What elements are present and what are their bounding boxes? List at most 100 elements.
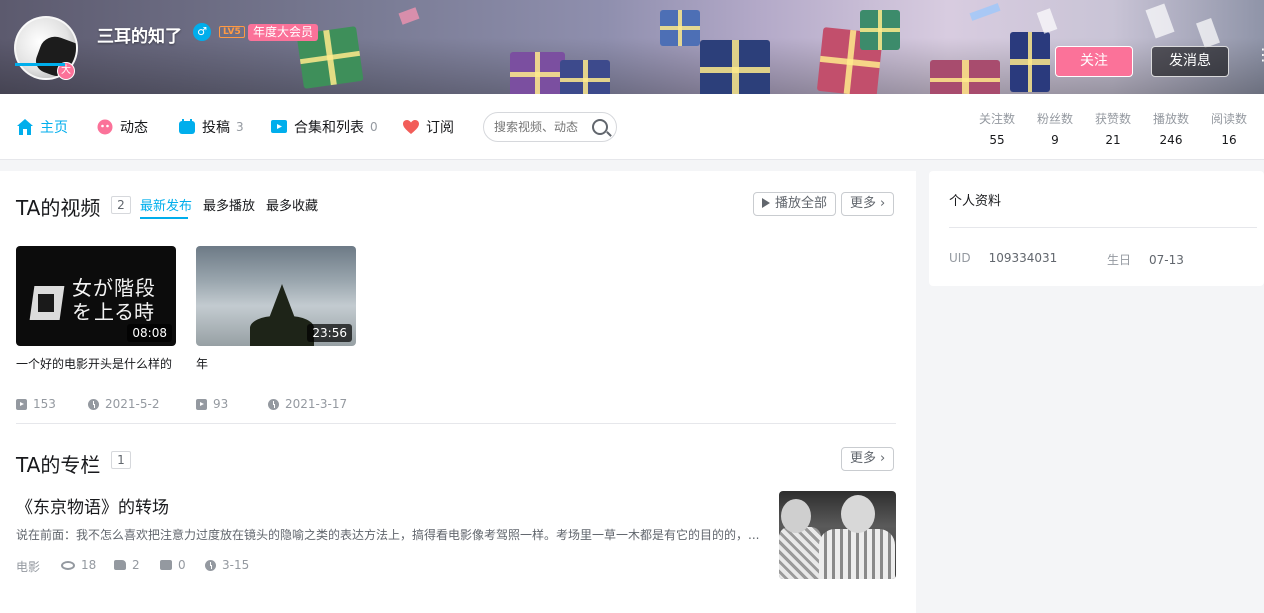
thumbs-up-icon [114, 560, 126, 570]
article-likes: 2 [114, 558, 140, 572]
home-icon [16, 118, 34, 136]
clock-icon [205, 559, 216, 571]
heart-icon [402, 118, 420, 136]
tab-home[interactable]: 主页 [16, 94, 68, 160]
male-icon: ♂ [193, 23, 211, 41]
articles-more-label: 更多 [850, 451, 877, 466]
video-plays: 153 [16, 397, 56, 411]
search-icon[interactable] [592, 119, 608, 135]
tab-most-played[interactable]: 最多播放 [203, 195, 255, 214]
tab-most-favorited[interactable]: 最多收藏 [266, 195, 318, 214]
stat-likes-value: 21 [1105, 133, 1121, 147]
search-input[interactable] [494, 113, 586, 141]
like-count: 2 [132, 558, 140, 572]
stat-likes: 获赞数 21 [1088, 110, 1138, 147]
stat-reads-value: 16 [1221, 133, 1237, 147]
play-icon [762, 198, 770, 208]
stat-reads: 阅读数 16 [1204, 110, 1254, 147]
videos-section-title: TA的视频 [16, 196, 101, 220]
stat-plays-label: 播放数 [1152, 112, 1189, 126]
clock-icon [268, 398, 279, 410]
article-views: 18 [61, 558, 96, 572]
stat-following[interactable]: 关注数 55 [972, 110, 1022, 147]
article-summary: 说在前面：我不怎么喜欢把注意力过度放在镜头的隐喻之类的表达方法上，搞得看电影像考… [16, 528, 760, 542]
view-count: 18 [81, 558, 97, 572]
tab-uploads-count: 3 [236, 120, 244, 134]
clock-icon [88, 398, 99, 410]
stat-plays: 播放数 246 [1146, 110, 1196, 147]
video-title[interactable]: 一个好的电影开头是什么样的 [16, 355, 172, 372]
video-thumbnail[interactable]: 女が階段を 上る時 08:08 [16, 246, 176, 346]
stat-likes-label: 获赞数 [1094, 112, 1131, 126]
tab-uploads-label: 投稿 [202, 120, 230, 136]
tab-latest[interactable]: 最新发布 [140, 195, 192, 214]
level-badge: LV5 [219, 26, 245, 38]
stat-fans-label: 粉丝数 [1036, 112, 1073, 126]
video-title[interactable]: 年 [196, 355, 208, 372]
stat-plays-value: 246 [1159, 133, 1183, 147]
video-plays: 93 [196, 397, 228, 411]
vip-badge[interactable]: 年度大会员 [248, 24, 319, 41]
video-tab-indicator [140, 217, 188, 219]
publish-date: 2021-3-17 [285, 397, 348, 411]
comment-icon [160, 560, 172, 570]
article-date: 3-15 [205, 558, 249, 572]
play-count-icon [16, 398, 27, 410]
article-category-label: 电影 [16, 560, 41, 574]
dynamic-icon [96, 118, 114, 136]
article-comments: 0 [160, 558, 186, 572]
articles-count: 1 [111, 451, 131, 469]
eye-icon [61, 560, 75, 570]
videos-more-button[interactable]: 更多 › [841, 192, 895, 216]
birthday-label: 生日 [1107, 253, 1132, 267]
comment-count: 0 [178, 558, 186, 572]
tab-uploads[interactable]: 投稿 3 [178, 94, 244, 160]
play-count: 93 [213, 397, 229, 411]
video-date: 2021-3-17 [268, 397, 347, 411]
profile-info-divider [949, 227, 1257, 228]
stat-following-label: 关注数 [978, 112, 1015, 126]
play-count-icon [196, 398, 207, 410]
uid-label: UID [949, 251, 971, 265]
uid-value[interactable]: 109334031 [989, 251, 1058, 265]
tab-dynamic-label: 动态 [120, 120, 148, 136]
article-cover-image[interactable] [779, 491, 896, 579]
profile-info-title: 个人资料 [949, 194, 1002, 209]
profile-info-panel [929, 171, 1264, 286]
article-title[interactable]: 《东京物语》的转场 [16, 493, 169, 518]
tab-home-label: 主页 [40, 120, 68, 136]
tab-collections[interactable]: 合集和列表 0 [270, 94, 378, 160]
thumbnail-title-line-2: 上る時 [94, 300, 154, 324]
message-button[interactable]: 发消息 [1151, 46, 1229, 77]
video-date: 2021-5-2 [88, 397, 159, 411]
tab-collections-label: 合集和列表 [294, 120, 364, 136]
chevron-right-icon: › [880, 451, 886, 466]
follow-button[interactable]: 关注 [1055, 46, 1133, 77]
play-all-button[interactable]: 播放全部 [753, 192, 837, 216]
articles-more-button[interactable]: 更多 › [841, 447, 895, 471]
more-menu-icon[interactable]: ⋮ [1255, 47, 1264, 72]
search-box [483, 112, 617, 142]
stat-fans[interactable]: 粉丝数 9 [1030, 110, 1080, 147]
article-category[interactable]: 电影 [16, 558, 40, 575]
tab-dynamic[interactable]: 动态 [96, 94, 148, 160]
username: 三耳的知了 [97, 27, 182, 47]
videos-count: 2 [111, 196, 131, 214]
play-count: 153 [33, 397, 56, 411]
video-duration: 08:08 [127, 324, 172, 342]
article-publish-date: 3-15 [222, 558, 250, 572]
videos-more-label: 更多 [850, 196, 877, 211]
birthday-value: 07-13 [1149, 253, 1184, 267]
publish-date: 2021-5-2 [105, 397, 160, 411]
birthday-field: 生日 07-13 [1107, 251, 1184, 268]
stat-fans-value: 9 [1051, 133, 1059, 147]
tab-subscriptions[interactable]: 订阅 [402, 94, 454, 160]
chevron-right-icon: › [880, 196, 886, 211]
upload-icon [178, 118, 196, 136]
collection-icon [270, 118, 288, 136]
tab-subscriptions-label: 订阅 [426, 120, 454, 136]
video-thumbnail[interactable]: 23:56 [196, 246, 356, 346]
play-all-label: 播放全部 [775, 196, 828, 211]
active-tab-indicator [15, 63, 65, 66]
stat-following-value: 55 [989, 133, 1005, 147]
